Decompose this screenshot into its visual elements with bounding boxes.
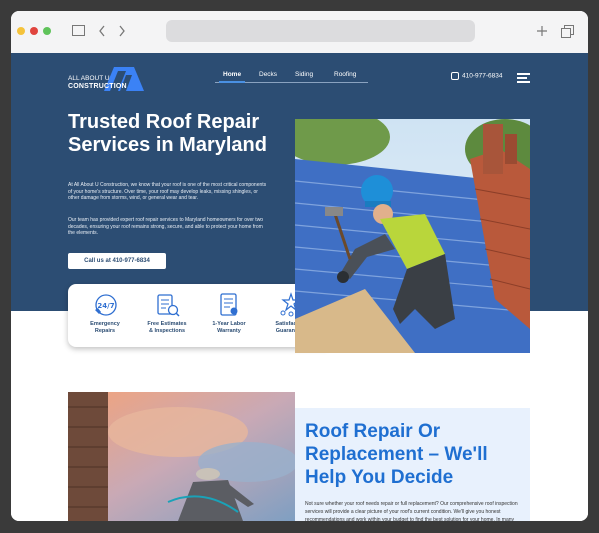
feature-label: Free Estimates & Inspections <box>147 321 187 334</box>
hero-paragraph-1: At All About U Construction, we know tha… <box>68 182 267 201</box>
nav-active-indicator <box>219 81 245 83</box>
section2-heading: Roof Repair Or Replacement – We'll Help … <box>305 421 488 488</box>
nav-item-home[interactable]: Home <box>223 71 241 78</box>
header-phone-number: 410-977-6834 <box>462 72 503 80</box>
hero-paragraph-2: Our team has provided expert roof repair… <box>68 217 264 236</box>
nav-item-roofing[interactable]: Roofing <box>334 71 356 78</box>
call-cta-button[interactable]: Call us at 410-977-6834 <box>68 253 166 269</box>
feature-label: Emergency Repairs <box>90 321 120 334</box>
sidebar-toggle-icon[interactable] <box>72 25 85 36</box>
nav-item-decks[interactable]: Decks <box>259 71 277 78</box>
website-page: ALL ABOUT U CONSTRUCTION Home Decks Sidi… <box>11 53 588 521</box>
estimate-clipboard-icon <box>157 294 180 317</box>
new-tab-icon[interactable] <box>536 25 548 37</box>
logo-text-bottom: CONSTRUCTION <box>68 83 127 90</box>
svg-text:24/7: 24/7 <box>97 302 114 310</box>
main-nav: Home Decks Siding Roofing <box>215 71 368 83</box>
header-phone-link[interactable]: 410-977-6834 <box>451 72 502 80</box>
features-card: 24/7 Emergency Repairs Free Estimates & … <box>68 284 331 347</box>
back-arrow-icon[interactable] <box>98 25 106 37</box>
section2-paragraph: Not sure whether your roof needs repair … <box>305 501 518 521</box>
roofer-working-photo <box>295 119 530 353</box>
repair-or-replace-card: Roof Repair Or Replacement – We'll Help … <box>295 408 530 521</box>
feature-labor-warranty: 1-Year Labor Warranty <box>200 292 258 334</box>
feature-emergency-repairs: 24/7 Emergency Repairs <box>76 292 134 334</box>
browser-window: ALL ABOUT U CONSTRUCTION Home Decks Sidi… <box>11 11 588 521</box>
hamburger-menu-icon[interactable] <box>517 73 530 83</box>
warranty-document-icon <box>220 293 238 316</box>
hero-title: Trusted Roof Repair Services in Maryland <box>68 111 267 156</box>
tabs-overview-icon[interactable] <box>561 25 574 38</box>
roofer-sunset-photo <box>68 392 295 521</box>
window-close-button[interactable] <box>30 27 38 35</box>
nav-item-siding[interactable]: Siding <box>295 71 313 78</box>
logo-text-top: ALL ABOUT U <box>68 75 110 82</box>
forward-arrow-icon[interactable] <box>118 25 126 37</box>
feature-free-estimates: Free Estimates & Inspections <box>138 292 196 334</box>
feature-label: 1-Year Labor Warranty <box>212 321 246 334</box>
24-7-phone-icon: 24/7 <box>95 294 117 316</box>
phone-icon <box>451 72 459 80</box>
window-minimize-button[interactable] <box>17 27 25 35</box>
browser-toolbar <box>11 11 588 53</box>
window-maximize-button[interactable] <box>43 27 51 35</box>
site-logo[interactable]: ALL ABOUT U CONSTRUCTION <box>68 67 150 93</box>
address-bar[interactable] <box>166 20 475 42</box>
